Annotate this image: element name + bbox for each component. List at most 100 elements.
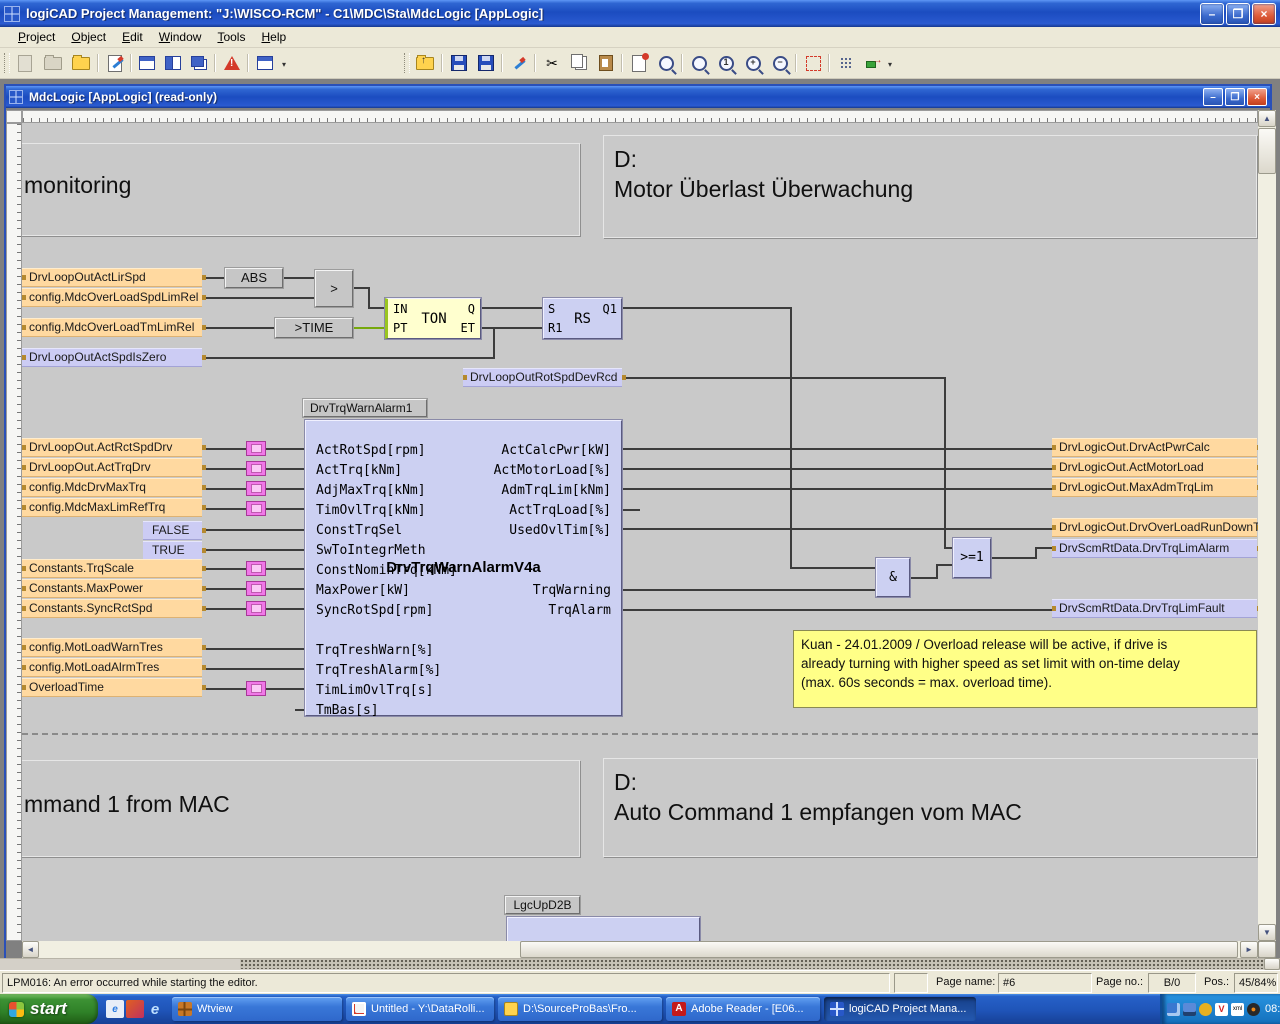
- conversion-block[interactable]: [246, 601, 266, 616]
- internet-explorer-icon[interactable]: e: [146, 1000, 164, 1018]
- menu-project[interactable]: Project: [10, 28, 63, 46]
- new-document-button[interactable]: [12, 51, 38, 75]
- conversion-block[interactable]: [246, 681, 266, 696]
- signal-label[interactable]: config.MotLoadAlrmTres: [22, 658, 202, 677]
- or-gate[interactable]: >=1: [953, 538, 991, 578]
- scroll-down-button[interactable]: ▼: [1258, 924, 1276, 941]
- menu-help[interactable]: Help: [253, 28, 294, 46]
- child-close-button[interactable]: ×: [1247, 88, 1267, 106]
- abs-block[interactable]: ABS: [225, 268, 283, 288]
- signal-label[interactable]: OverloadTime: [22, 678, 202, 697]
- child-minimize-button[interactable]: –: [1203, 88, 1223, 106]
- and-gate[interactable]: &: [876, 558, 910, 597]
- taskbar-task-untitled[interactable]: Untitled - Y:\DataRolli...: [346, 997, 494, 1021]
- dropdown-arrow-icon[interactable]: ▾: [282, 60, 286, 69]
- zoom-in-button[interactable]: +: [740, 51, 766, 75]
- save-button[interactable]: [446, 51, 472, 75]
- connection-tool-button[interactable]: [860, 51, 886, 75]
- taskbar-task-adobe[interactable]: A Adobe Reader - [E06...: [666, 997, 820, 1021]
- conversion-block[interactable]: [246, 441, 266, 456]
- object-properties-button[interactable]: [102, 51, 128, 75]
- message-log-button[interactable]: [219, 51, 245, 75]
- delete-object-button[interactable]: [626, 51, 652, 75]
- check-plausibility-button[interactable]: [653, 51, 679, 75]
- block-instance-tab[interactable]: DrvTrqWarnAlarm1: [303, 399, 427, 417]
- taskbar-task-logicad[interactable]: logiCAD Project Mana...: [824, 997, 976, 1021]
- menu-object[interactable]: Object: [63, 28, 114, 46]
- literal-false[interactable]: FALSE: [143, 521, 202, 540]
- menu-edit[interactable]: Edit: [114, 28, 151, 46]
- antivirus-v-icon[interactable]: V: [1215, 1003, 1228, 1016]
- parent-folder-button[interactable]: [412, 51, 438, 75]
- conversion-block[interactable]: [246, 461, 266, 476]
- taskbar-task-wtview[interactable]: Wtview: [172, 997, 342, 1021]
- open-button[interactable]: [40, 51, 66, 75]
- comment-top-left[interactable]: monitoring: [22, 143, 580, 236]
- signal-label[interactable]: DrvLogicOut.DrvActPwrCalc: [1052, 438, 1257, 457]
- signal-label[interactable]: DrvLogicOut.DrvOverLoadRunDownTm: [1052, 518, 1257, 537]
- close-button[interactable]: ×: [1252, 3, 1276, 25]
- minimize-button[interactable]: –: [1200, 3, 1224, 25]
- zoom-original-button[interactable]: 1: [713, 51, 739, 75]
- diagram-canvas[interactable]: monitoring D:Motor Überlast Überwachung …: [22, 123, 1258, 941]
- ie-document-icon[interactable]: e: [106, 1000, 124, 1018]
- menu-tools[interactable]: Tools: [209, 28, 253, 46]
- conversion-block[interactable]: [246, 561, 266, 576]
- ton-block[interactable]: IN PT Q ET TON: [385, 298, 481, 339]
- xml-editor-icon[interactable]: xml: [1231, 1003, 1244, 1016]
- volume-icon[interactable]: [1199, 1003, 1212, 1016]
- toolbar-grip[interactable]: [404, 53, 410, 73]
- rs-block[interactable]: S R1 Q1 RS: [543, 298, 622, 339]
- signal-label[interactable]: Constants.MaxPower: [22, 579, 202, 598]
- child-restore-button[interactable]: ❐: [1225, 88, 1245, 106]
- lgcupd2b-block[interactable]: [507, 917, 700, 941]
- zoom-out-button[interactable]: −: [767, 51, 793, 75]
- signal-label[interactable]: DrvLogicOut.ActMotorLoad: [1052, 458, 1257, 477]
- zoom-window-button[interactable]: [686, 51, 712, 75]
- signal-label[interactable]: Constants.SyncRctSpd: [22, 599, 202, 618]
- grid-settings-button[interactable]: [833, 51, 859, 75]
- signal-label[interactable]: config.MdcDrvMaxTrq: [22, 478, 202, 497]
- comment-top-right[interactable]: D:Motor Überlast Überwachung: [603, 135, 1257, 238]
- fit-to-window-button[interactable]: [800, 51, 826, 75]
- tile-horizontal-button[interactable]: [134, 51, 160, 75]
- comment-bottom-left[interactable]: mmand 1 from MAC: [22, 760, 580, 857]
- greater-block[interactable]: >: [315, 270, 353, 307]
- cut-button[interactable]: ✂: [539, 51, 565, 75]
- save-all-button[interactable]: [473, 51, 499, 75]
- signal-label[interactable]: DrvLoopOut.ActTrqDrv: [22, 458, 202, 477]
- signal-label[interactable]: Constants.TrqScale: [22, 559, 202, 578]
- signal-label[interactable]: DrvLoopOutActLirSpd: [22, 268, 202, 287]
- signal-label[interactable]: DrvLoopOutActSpdIsZero: [22, 348, 202, 367]
- signal-label[interactable]: DrvScmRtData.DrvTrqLimFault: [1052, 599, 1257, 618]
- paste-button[interactable]: [593, 51, 619, 75]
- start-button[interactable]: start: [0, 994, 98, 1024]
- maximize-button[interactable]: ❐: [1226, 3, 1250, 25]
- scroll-right-button[interactable]: ►: [1240, 941, 1258, 958]
- copy-button[interactable]: [566, 51, 592, 75]
- signal-label[interactable]: DrvScmRtData.DrvTrqLimAlarm: [1052, 539, 1257, 558]
- taskbar-task-explorer[interactable]: D:\SourceProBas\Fro...: [498, 997, 662, 1021]
- media-icon[interactable]: [126, 1000, 144, 1018]
- scroll-left-button[interactable]: ◄: [22, 941, 39, 958]
- block-instance-tab[interactable]: LgcUpD2B: [505, 896, 580, 914]
- conversion-block[interactable]: [246, 501, 266, 516]
- media-player-icon[interactable]: ●: [1247, 1003, 1260, 1016]
- menu-window[interactable]: Window: [151, 28, 210, 46]
- annotation-note[interactable]: Kuan - 24.01.2009 / Overload release wil…: [793, 630, 1257, 708]
- network-icon[interactable]: [1167, 1003, 1180, 1016]
- signal-label[interactable]: config.MdcOverLoadTmLimRel: [22, 318, 202, 337]
- scroll-up-button[interactable]: ▲: [1258, 110, 1276, 127]
- horizontal-scroll-thumb[interactable]: [520, 941, 1238, 958]
- dropdown-arrow-icon[interactable]: ▾: [888, 60, 892, 69]
- signal-label[interactable]: DrvLogicOut.MaxAdmTrqLim: [1052, 478, 1257, 497]
- signal-label[interactable]: DrvLoopOut.ActRctSpdDrv: [22, 438, 202, 457]
- graphic-editor-button[interactable]: [506, 51, 532, 75]
- open-project-button[interactable]: [68, 51, 94, 75]
- display-settings-icon[interactable]: [1183, 1003, 1196, 1016]
- arrange-windows-button[interactable]: [252, 51, 278, 75]
- conversion-block[interactable]: [246, 581, 266, 596]
- signal-label[interactable]: config.MdcOverLoadSpdLimRel: [22, 288, 202, 307]
- toolbar-grip[interactable]: [4, 53, 10, 73]
- comment-bottom-right[interactable]: D:Auto Command 1 empfangen vom MAC: [603, 758, 1257, 857]
